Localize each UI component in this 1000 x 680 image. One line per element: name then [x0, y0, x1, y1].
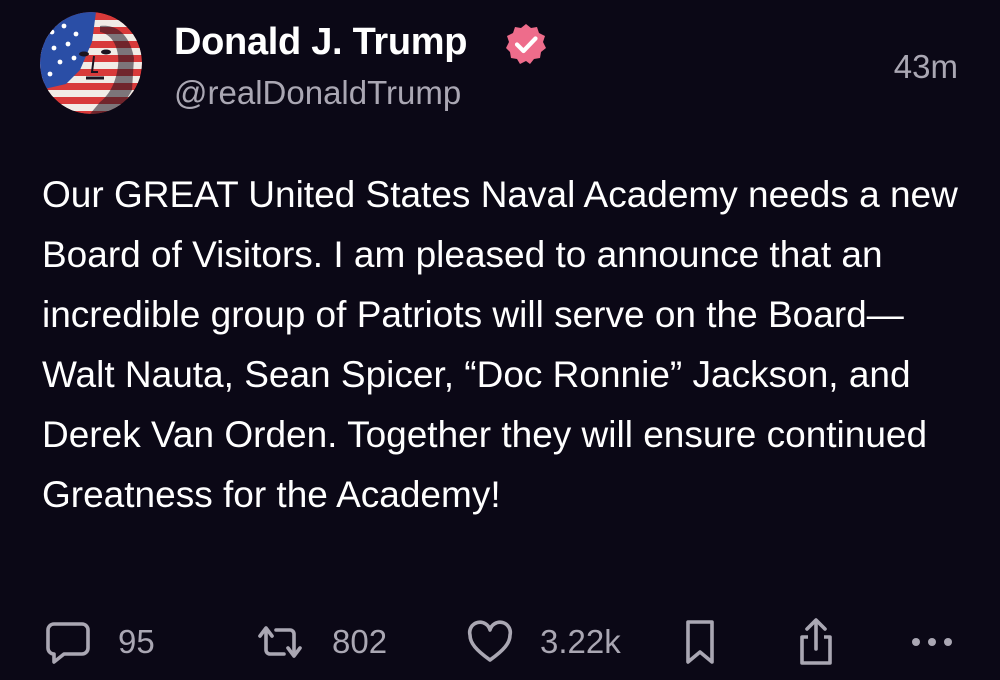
- post-timestamp[interactable]: 43m: [894, 44, 958, 90]
- repost-count: 802: [332, 623, 388, 660]
- avatar[interactable]: [40, 12, 142, 114]
- bookmark-button[interactable]: [682, 612, 718, 672]
- reply-button[interactable]: 95: [44, 612, 155, 672]
- more-options-button[interactable]: [908, 612, 956, 672]
- post-body-text: Our GREAT United States Naval Academy ne…: [42, 174, 958, 515]
- bookmark-icon: [682, 618, 718, 666]
- repost-button[interactable]: 802: [254, 612, 387, 672]
- post-card: Donald J. Trump @realDonaldTrump 43m Our…: [0, 0, 1000, 680]
- author-display-name[interactable]: Donald J. Trump: [174, 16, 468, 68]
- author-handle[interactable]: @realDonaldTrump: [174, 70, 461, 116]
- avatar-image: [40, 12, 142, 114]
- like-button[interactable]: 3.22k: [466, 612, 621, 672]
- repost-arrows-icon: [254, 618, 306, 666]
- post-actions-bar: 95 802 3.22k: [0, 612, 1000, 672]
- share-icon: [794, 617, 838, 667]
- share-button[interactable]: [794, 612, 838, 672]
- reply-count: 95: [118, 623, 155, 660]
- more-dots-icon: [908, 634, 956, 650]
- like-count: 3.22k: [540, 623, 621, 660]
- heart-icon: [466, 618, 514, 666]
- verified-badge-icon: [504, 22, 548, 66]
- comment-bubble-icon: [44, 618, 92, 666]
